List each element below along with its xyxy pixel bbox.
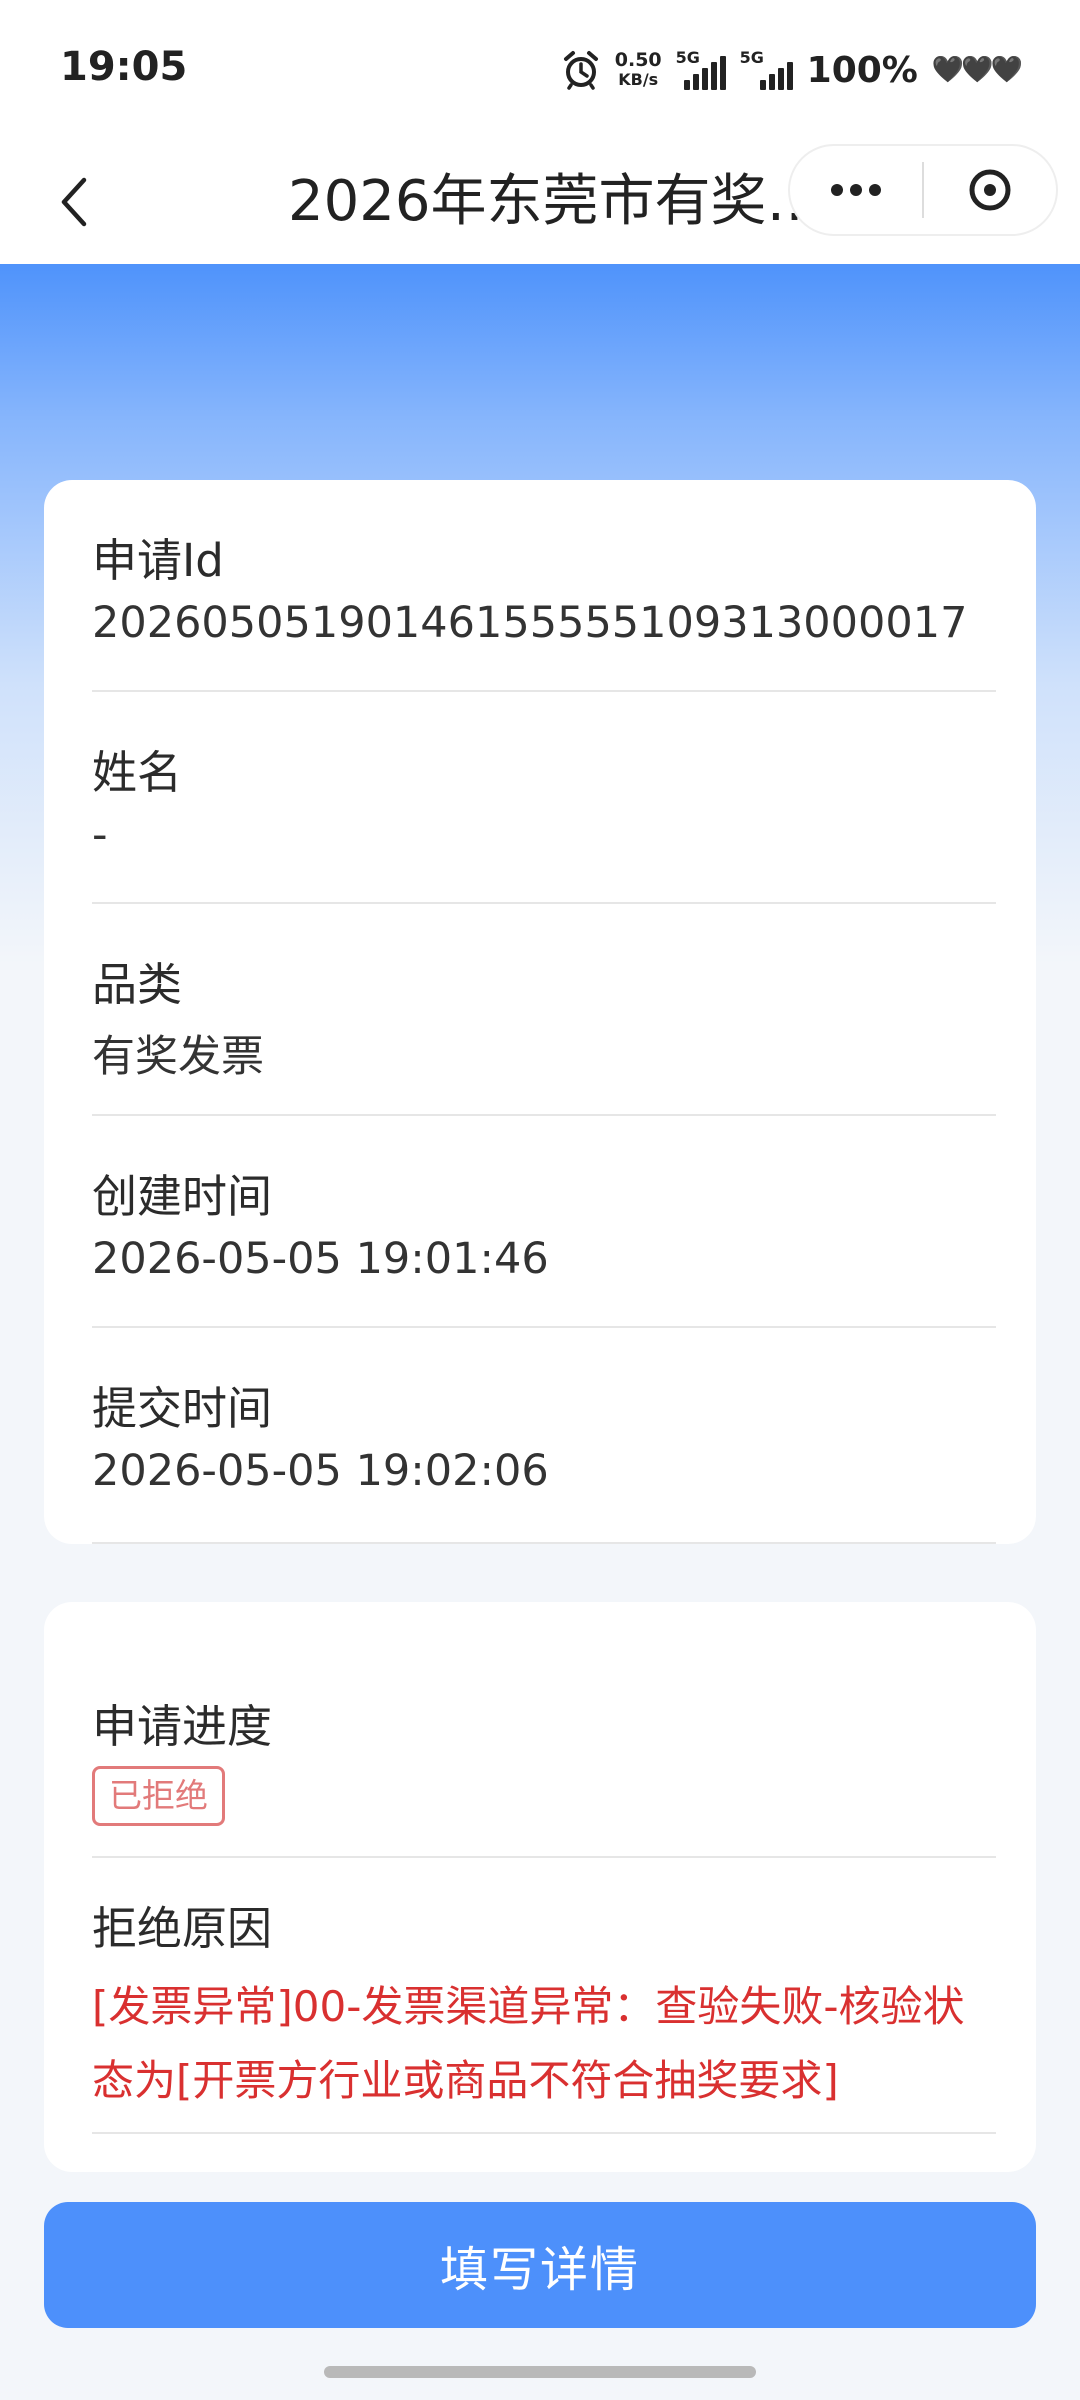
status-indicators: 0.50 KB/s 5G 5G 100% 🖤🖤🖤 — [561, 40, 1023, 100]
field-application-id: 申请Id 20260505190146155555109313000017 — [92, 480, 996, 692]
close-button[interactable] — [924, 146, 1056, 234]
network-speed: 0.50 KB/s — [615, 50, 662, 90]
field-value: - — [92, 810, 108, 860]
page-title: 2026年东莞市有奖… — [288, 169, 798, 234]
more-dots-icon — [831, 184, 881, 196]
field-label: 姓名 — [92, 746, 183, 799]
field-category: 品类 有奖发票 — [92, 904, 996, 1116]
progress-label: 申请进度 — [92, 1700, 273, 1753]
field-label: 申请Id — [92, 534, 224, 587]
nav-bar: 2026年东莞市有奖… — [0, 140, 1080, 264]
rejection-reason-text: [发票异常]00-发票渠道异常：查验失败-核验状态为[开票方行业或商品不符合抽奖… — [92, 1982, 965, 2105]
heart-icons: 🖤🖤🖤 — [931, 55, 1023, 85]
field-created-time: 创建时间 2026-05-05 19:01:46 — [92, 1116, 996, 1328]
field-rejection-reason: 拒绝原因 [发票异常]00-发票渠道异常：查验失败-核验状态为[开票方行业或商品… — [92, 1858, 996, 2134]
application-progress-card: 申请进度 已拒绝 拒绝原因 [发票异常]00-发票渠道异常：查验失败-核验状态为… — [44, 1602, 1036, 2172]
field-value: 2026-05-05 19:01:46 — [92, 1234, 549, 1284]
status-badge: 已拒绝 — [92, 1766, 225, 1826]
fill-details-button[interactable]: 填写详情 — [44, 2202, 1036, 2328]
status-time: 19:05 — [60, 44, 188, 90]
signal-strength-icon-2: 5G — [739, 48, 793, 90]
network-speed-unit: KB/s — [618, 70, 659, 89]
field-value: 20260505190146155555109313000017 — [92, 598, 968, 648]
field-label: 创建时间 — [92, 1170, 273, 1223]
field-progress: 申请进度 已拒绝 — [92, 1602, 996, 1858]
mini-program-capsule — [788, 144, 1058, 236]
signal-type-label: 5G — [675, 48, 700, 67]
field-label: 品类 — [92, 958, 183, 1011]
field-value: 有奖发票 — [92, 1032, 264, 1082]
battery-level: 100% — [806, 49, 918, 91]
more-button[interactable] — [790, 146, 922, 234]
signal-strength-icon: 5G — [675, 48, 726, 90]
back-button[interactable] — [34, 162, 114, 242]
field-name: 姓名 - — [92, 692, 996, 904]
field-value: 2026-05-05 19:02:06 — [92, 1446, 549, 1496]
field-submitted-time: 提交时间 2026-05-05 19:02:06 — [92, 1328, 996, 1544]
network-speed-value: 0.50 — [614, 49, 662, 71]
field-label: 提交时间 — [92, 1382, 273, 1435]
status-bar: 19:05 0.50 KB/s 5G 5G 100% 🖤🖤🖤 — [0, 0, 1080, 140]
signal-type-label-2: 5G — [739, 48, 764, 67]
alarm-clock-icon — [561, 50, 601, 90]
application-info-card: 申请Id 20260505190146155555109313000017 姓名… — [44, 480, 1036, 1544]
chevron-left-icon — [61, 177, 87, 227]
reason-label: 拒绝原因 — [92, 1902, 273, 1955]
home-indicator — [324, 2366, 756, 2378]
close-circle-icon — [969, 169, 1011, 211]
